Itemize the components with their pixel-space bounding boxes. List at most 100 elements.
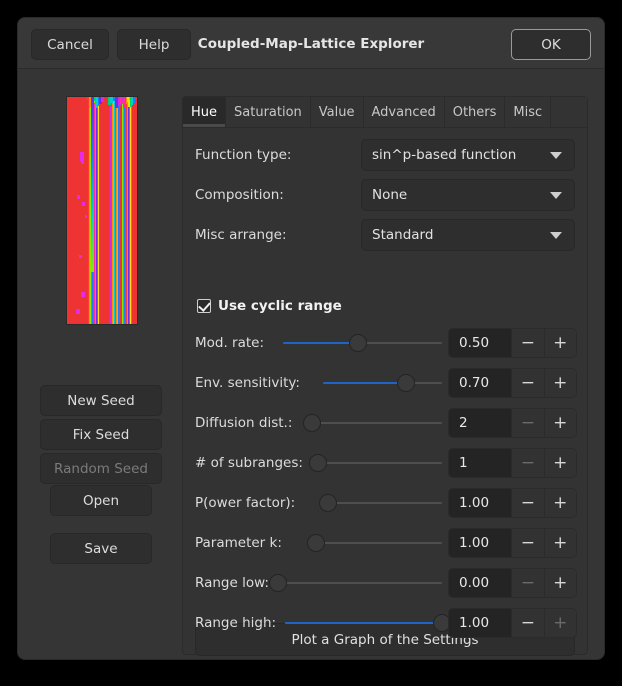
tab-saturation[interactable]: Saturation bbox=[226, 97, 311, 127]
spin-button: 2−+ bbox=[448, 408, 577, 438]
slider-row: Range high:1.00−+ bbox=[195, 608, 577, 638]
slider-track bbox=[309, 422, 442, 424]
help-button[interactable]: Help bbox=[117, 29, 191, 60]
preview-speck bbox=[76, 309, 80, 314]
tab-others[interactable]: Others bbox=[445, 97, 506, 127]
preview-band bbox=[131, 97, 132, 324]
plus-icon[interactable]: + bbox=[544, 409, 576, 437]
slider-label: Env. sensitivity: bbox=[195, 368, 300, 398]
slider-track bbox=[319, 502, 442, 504]
slider--of-subranges[interactable] bbox=[317, 448, 442, 478]
chevron-down-icon bbox=[550, 232, 562, 239]
open-button[interactable]: Open bbox=[50, 485, 152, 516]
slider-handle[interactable] bbox=[309, 454, 327, 472]
value-input[interactable]: 1.00 bbox=[449, 529, 511, 557]
tab-misc[interactable]: Misc bbox=[505, 97, 551, 127]
tab-value[interactable]: Value bbox=[311, 97, 364, 127]
minus-icon: − bbox=[511, 409, 543, 437]
slider-fill bbox=[283, 342, 358, 344]
value-input[interactable]: 0.00 bbox=[449, 569, 511, 597]
chevron-down-icon bbox=[550, 152, 562, 159]
slider-mod-rate[interactable] bbox=[283, 328, 442, 358]
slider-label: Range low: bbox=[195, 568, 269, 598]
combo-row: Composition: None bbox=[195, 179, 575, 211]
slider-p-ower-factor[interactable] bbox=[319, 488, 442, 518]
preview-speck bbox=[81, 292, 85, 297]
combo-misc-arrange[interactable]: Standard bbox=[361, 219, 575, 251]
cancel-button[interactable]: Cancel bbox=[31, 29, 109, 60]
slider-label: Diffusion dist.: bbox=[195, 408, 292, 438]
combo-label: Misc arrange: bbox=[195, 219, 287, 251]
random-seed-button: Random Seed bbox=[40, 453, 162, 484]
slider-range-low[interactable] bbox=[278, 568, 442, 598]
slider-diffusion-dist[interactable] bbox=[309, 408, 442, 438]
minus-icon[interactable]: − bbox=[511, 529, 543, 557]
slider-row: Mod. rate:0.50−+ bbox=[195, 328, 577, 358]
slider-handle[interactable] bbox=[397, 374, 415, 392]
slider-parameter-k[interactable] bbox=[309, 528, 442, 558]
spin-button: 1.00−+ bbox=[448, 608, 577, 638]
plus-icon[interactable]: + bbox=[544, 569, 576, 597]
combo-label: Function type: bbox=[195, 139, 291, 171]
minus-icon[interactable]: − bbox=[511, 369, 543, 397]
slider-handle[interactable] bbox=[307, 534, 325, 552]
slider-handle[interactable] bbox=[319, 494, 337, 512]
title-bar: Cancel Help Coupled-Map-Lattice Explorer… bbox=[18, 18, 604, 69]
fix-seed-button[interactable]: Fix Seed bbox=[40, 419, 162, 450]
slider-row: # of subranges:1−+ bbox=[195, 448, 577, 478]
preview-speck bbox=[85, 215, 87, 218]
slider-row: Range low: 0.00−+ bbox=[195, 568, 577, 598]
app-window: Cancel Help Coupled-Map-Lattice Explorer… bbox=[17, 17, 605, 660]
window-body: New SeedFix SeedRandom SeedOpenSave HueS… bbox=[18, 70, 605, 660]
value-input[interactable]: 2 bbox=[449, 409, 511, 437]
combo-function-type[interactable]: sin^p-based function bbox=[361, 139, 575, 171]
slider-env-sensitivity[interactable] bbox=[323, 368, 442, 398]
plus-icon[interactable]: + bbox=[544, 329, 576, 357]
use-cyclic-range-checkbox[interactable]: Use cyclic range bbox=[197, 296, 342, 316]
save-button[interactable]: Save bbox=[50, 533, 152, 564]
value-input[interactable]: 1 bbox=[449, 449, 511, 477]
plus-icon[interactable]: + bbox=[544, 369, 576, 397]
minus-icon: − bbox=[511, 449, 543, 477]
spin-button: 0.50−+ bbox=[448, 328, 577, 358]
value-input[interactable]: 1.00 bbox=[449, 489, 511, 517]
minus-icon[interactable]: − bbox=[511, 489, 543, 517]
slider-range-high[interactable] bbox=[285, 608, 442, 638]
checkbox-label: Use cyclic range bbox=[218, 298, 342, 314]
preview-speck bbox=[81, 159, 84, 164]
preview-band bbox=[91, 97, 94, 272]
tab-advanced[interactable]: Advanced bbox=[364, 97, 445, 127]
new-seed-button[interactable]: New Seed bbox=[40, 385, 162, 416]
slider-row: Parameter k: 1.00−+ bbox=[195, 528, 577, 558]
combo-value: None bbox=[372, 187, 407, 203]
slider-fill bbox=[285, 622, 442, 624]
spin-button: 1.00−+ bbox=[448, 488, 577, 518]
coupled-map-lattice-preview[interactable] bbox=[67, 97, 137, 324]
slider-handle[interactable] bbox=[269, 574, 287, 592]
preview-band bbox=[101, 97, 103, 102]
combo-composition[interactable]: None bbox=[361, 179, 575, 211]
plus-icon[interactable]: + bbox=[544, 489, 576, 517]
slider-handle[interactable] bbox=[303, 414, 321, 432]
preview-speck bbox=[79, 255, 82, 258]
slider-row: P(ower factor):1.00−+ bbox=[195, 488, 577, 518]
ok-button[interactable]: OK bbox=[511, 29, 591, 60]
minus-icon: − bbox=[511, 569, 543, 597]
value-input[interactable]: 0.50 bbox=[449, 329, 511, 357]
value-input[interactable]: 1.00 bbox=[449, 609, 511, 637]
preview-band bbox=[98, 97, 99, 324]
slider-row: Diffusion dist.: 2−+ bbox=[195, 408, 577, 438]
value-input[interactable]: 0.70 bbox=[449, 369, 511, 397]
plus-icon[interactable]: + bbox=[544, 529, 576, 557]
plus-icon[interactable]: + bbox=[544, 449, 576, 477]
slider-handle[interactable] bbox=[349, 334, 367, 352]
slider-track bbox=[278, 582, 442, 584]
plus-icon: + bbox=[544, 609, 576, 637]
tab-hue[interactable]: Hue bbox=[183, 97, 226, 127]
combo-label: Composition: bbox=[195, 179, 284, 211]
spin-button: 1−+ bbox=[448, 448, 577, 478]
minus-icon[interactable]: − bbox=[511, 609, 543, 637]
minus-icon[interactable]: − bbox=[511, 329, 543, 357]
slider-label: Parameter k: bbox=[195, 528, 282, 558]
preview-frame bbox=[66, 96, 138, 325]
